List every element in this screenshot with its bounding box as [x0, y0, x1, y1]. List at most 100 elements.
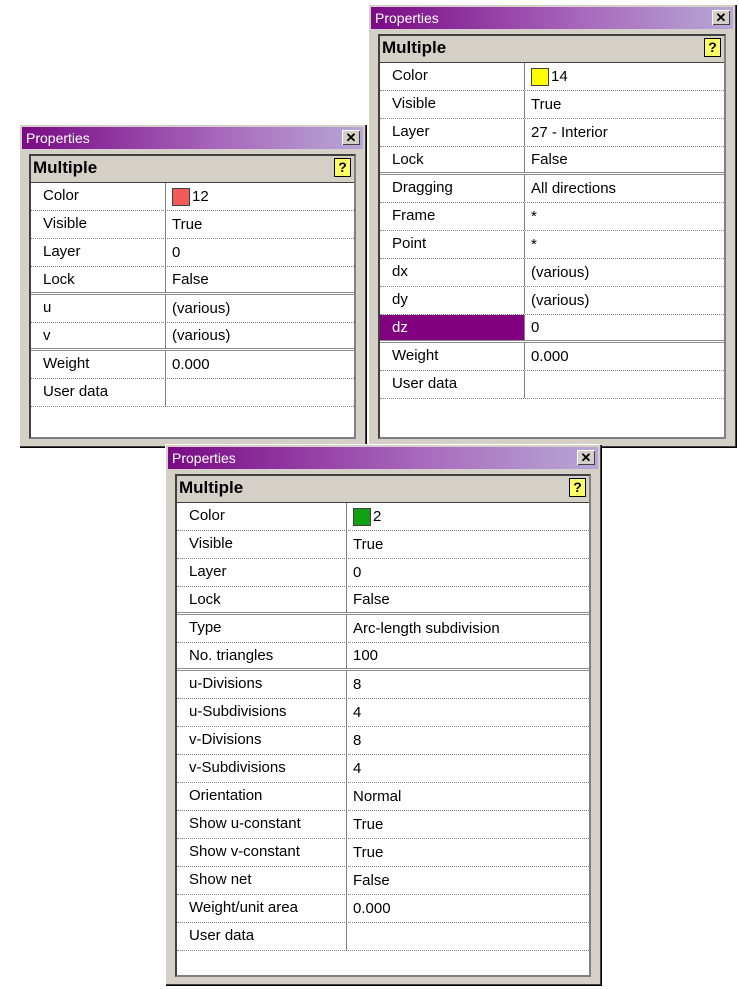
property-value[interactable]: Arc-length subdivision — [347, 615, 500, 642]
property-row[interactable]: dz 0 — [380, 315, 724, 343]
property-row[interactable]: Layer 0 — [31, 239, 354, 267]
color-swatch[interactable] — [531, 67, 549, 86]
window-titlebar[interactable]: Properties ✕ — [371, 7, 733, 29]
property-row[interactable]: dx (various) — [380, 259, 724, 287]
property-value[interactable]: 4 — [347, 755, 361, 782]
property-value[interactable]: False — [347, 867, 390, 894]
property-value[interactable]: * — [525, 231, 537, 258]
property-name: Orientation — [177, 783, 347, 810]
property-row[interactable]: User data — [31, 379, 354, 407]
property-name: Visible — [31, 211, 166, 238]
property-row[interactable]: Color 2 — [177, 503, 589, 531]
property-value[interactable]: (various) — [166, 323, 230, 348]
help-icon[interactable]: ? — [334, 158, 351, 177]
close-icon[interactable]: ✕ — [712, 10, 730, 25]
property-row[interactable]: Dragging All directions — [380, 175, 724, 203]
property-row[interactable]: u-Divisions 8 — [177, 671, 589, 699]
property-value[interactable]: 100 — [347, 643, 378, 668]
help-icon[interactable]: ? — [569, 478, 586, 497]
property-value[interactable]: False — [347, 587, 390, 612]
window-title: Properties — [26, 130, 90, 146]
property-value[interactable]: False — [166, 267, 209, 292]
property-row[interactable]: v-Divisions 8 — [177, 727, 589, 755]
property-value[interactable]: 8 — [347, 671, 361, 698]
property-value[interactable]: True — [347, 839, 383, 866]
close-icon[interactable]: ✕ — [577, 450, 595, 465]
property-value[interactable]: (various) — [525, 287, 589, 314]
property-value-text: False — [172, 270, 209, 288]
property-row[interactable]: v (various) — [31, 323, 354, 351]
property-row[interactable]: Weight/unit area 0.000 — [177, 895, 589, 923]
window-title: Properties — [375, 10, 439, 26]
property-value[interactable]: True — [525, 91, 561, 118]
property-value[interactable] — [525, 371, 531, 398]
property-row[interactable]: Color 12 — [31, 183, 354, 211]
property-row[interactable]: Orientation Normal — [177, 783, 589, 811]
property-value[interactable]: 12 — [166, 183, 209, 210]
property-value[interactable]: 0.000 — [347, 895, 391, 922]
property-row[interactable]: Show u-constant True — [177, 811, 589, 839]
property-value[interactable]: 0 — [347, 559, 361, 586]
property-value[interactable]: 0 — [525, 315, 539, 340]
property-row[interactable]: Lock False — [177, 587, 589, 615]
property-value[interactable]: 27 - Interior — [525, 119, 608, 146]
property-value[interactable]: 0.000 — [166, 351, 210, 378]
close-icon[interactable]: ✕ — [342, 130, 360, 145]
grid-header: Multiple ? — [380, 36, 724, 63]
property-value-text: (various) — [172, 299, 231, 317]
property-row[interactable]: dy (various) — [380, 287, 724, 315]
property-row[interactable]: User data — [380, 371, 724, 399]
property-value-text: True — [172, 215, 203, 233]
property-value[interactable]: 8 — [347, 727, 361, 754]
property-row[interactable]: u (various) — [31, 295, 354, 323]
property-name: User data — [380, 371, 525, 398]
property-row[interactable]: Visible True — [380, 91, 724, 119]
window-titlebar[interactable]: Properties ✕ — [168, 447, 598, 469]
property-value[interactable]: (various) — [166, 295, 230, 322]
property-row[interactable]: No. triangles 100 — [177, 643, 589, 671]
property-value[interactable]: 2 — [347, 503, 381, 530]
property-row[interactable]: Layer 27 - Interior — [380, 119, 724, 147]
property-row[interactable]: Show v-constant True — [177, 839, 589, 867]
help-icon[interactable]: ? — [704, 38, 721, 57]
property-row[interactable]: Frame * — [380, 203, 724, 231]
property-value[interactable]: 0.000 — [525, 343, 569, 370]
property-value[interactable]: (various) — [525, 259, 589, 286]
property-row[interactable]: User data — [177, 923, 589, 951]
property-value-text: 2 — [373, 507, 382, 525]
property-value[interactable]: * — [525, 203, 537, 230]
property-value[interactable]: All directions — [525, 175, 616, 202]
property-grid: Multiple ? Color 14 Visible True Layer 27 - I… — [378, 34, 726, 439]
property-row[interactable]: Lock False — [380, 147, 724, 175]
property-row[interactable]: Type Arc-length subdivision — [177, 615, 589, 643]
property-value-text: (various) — [531, 291, 590, 309]
property-row[interactable]: Visible True — [31, 211, 354, 239]
property-row[interactable]: Weight 0.000 — [31, 351, 354, 379]
property-name: v — [31, 323, 166, 348]
property-name: Layer — [380, 119, 525, 146]
property-row[interactable]: Lock False — [31, 267, 354, 295]
property-value[interactable]: 14 — [525, 63, 568, 90]
property-row[interactable]: Show net False — [177, 867, 589, 895]
color-swatch[interactable] — [353, 507, 371, 526]
window-titlebar[interactable]: Properties ✕ — [22, 127, 363, 149]
property-row[interactable]: Point * — [380, 231, 724, 259]
color-swatch[interactable] — [172, 187, 190, 206]
property-value[interactable]: False — [525, 147, 568, 172]
property-row[interactable]: Weight 0.000 — [380, 343, 724, 371]
property-row[interactable]: Color 14 — [380, 63, 724, 91]
property-value[interactable]: True — [347, 811, 383, 838]
property-value[interactable]: 4 — [347, 699, 361, 726]
property-value[interactable] — [166, 379, 172, 406]
property-value[interactable] — [347, 923, 353, 950]
property-value[interactable]: Normal — [347, 783, 401, 810]
property-value[interactable]: 0 — [166, 239, 180, 266]
property-row[interactable]: u-Subdivisions 4 — [177, 699, 589, 727]
property-value[interactable]: True — [166, 211, 202, 238]
property-row[interactable]: v-Subdivisions 4 — [177, 755, 589, 783]
property-name: Dragging — [380, 175, 525, 202]
property-row[interactable]: Layer 0 — [177, 559, 589, 587]
property-row[interactable]: Visible True — [177, 531, 589, 559]
property-name: u-Subdivisions — [177, 699, 347, 726]
property-value[interactable]: True — [347, 531, 383, 558]
